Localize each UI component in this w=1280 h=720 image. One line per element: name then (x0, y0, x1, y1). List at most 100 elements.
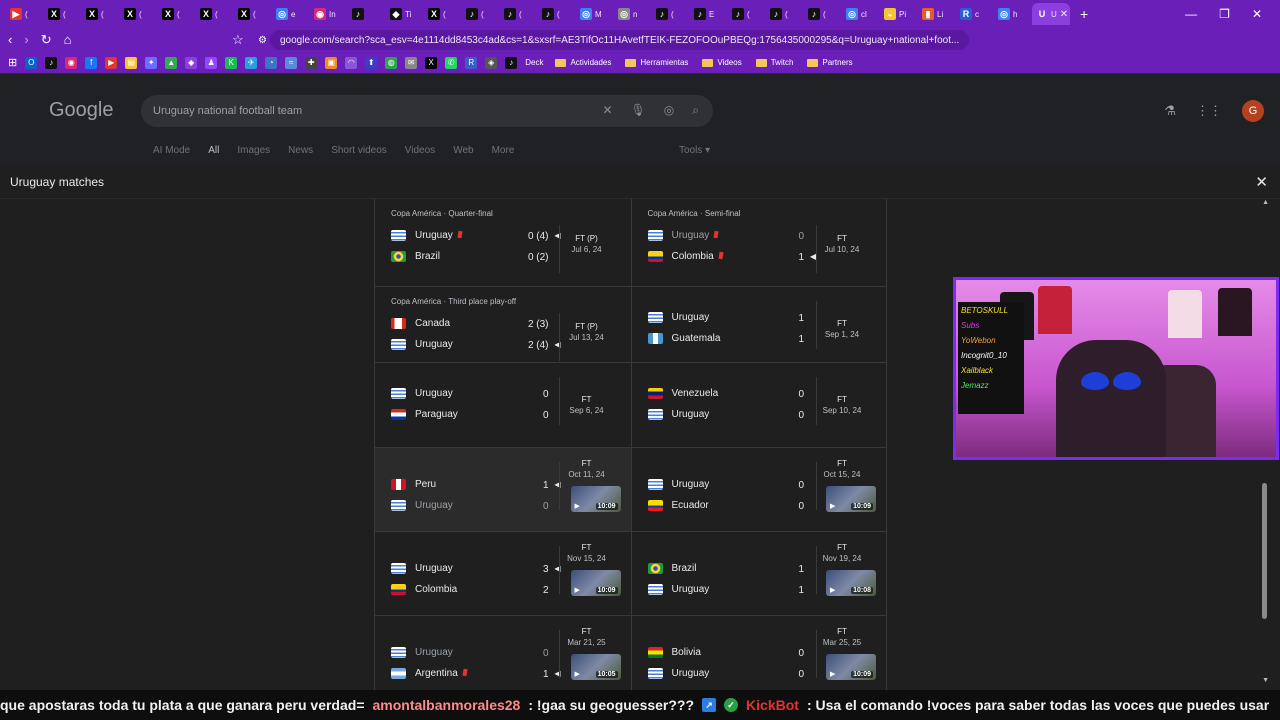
search-query[interactable]: Uruguay national football team (153, 105, 302, 117)
tab[interactable]: ◎ e (272, 3, 310, 25)
close-icon[interactable]: ✕ (1255, 173, 1268, 191)
facebook-icon[interactable]: f (85, 56, 98, 69)
google-logo[interactable]: Google (49, 99, 114, 122)
tab[interactable]: ♪( (500, 3, 538, 25)
tab[interactable]: ▶( (6, 3, 44, 25)
tab[interactable]: ♪( (766, 3, 804, 25)
tab[interactable]: ♪( (538, 3, 576, 25)
tab[interactable]: ◉ In (310, 3, 348, 25)
search-tab[interactable]: Images (237, 145, 270, 156)
search-icon[interactable]: ⌕ (692, 103, 699, 118)
tab[interactable]: ♪ E (690, 3, 728, 25)
scroll-up-icon[interactable]: ▲ (1262, 199, 1269, 206)
tab[interactable]: ▮ Li (918, 3, 956, 25)
tab[interactable]: X( (196, 3, 234, 25)
tab[interactable]: X( (424, 3, 462, 25)
highlight-video-thumbnail[interactable]: ▶ 10:09 (826, 654, 876, 680)
youtube-icon[interactable]: ▶ (105, 56, 118, 69)
sheets-icon[interactable]: ▤ (125, 56, 138, 69)
tab[interactable]: X( (158, 3, 196, 25)
whatsapp-icon[interactable]: ✆ (445, 56, 458, 69)
tab[interactable]: ◒ Pi (880, 3, 918, 25)
match-card[interactable]: Bolivia 0 Uruguay 0 FT Mar 25, 25 ▶ 10:09 (630, 616, 887, 690)
tab[interactable]: X( (234, 3, 272, 25)
scroll-down-icon[interactable]: ▼ (1262, 677, 1269, 684)
highlight-video-thumbnail[interactable]: ▶ 10:05 (570, 654, 621, 680)
bookmark-folder[interactable]: Actividades (555, 58, 611, 67)
tab[interactable]: ♪ (348, 3, 386, 25)
search-tab[interactable]: News (288, 145, 313, 156)
r-icon[interactable]: R (465, 56, 478, 69)
camera-icon[interactable]: ◎ (664, 103, 674, 118)
tab[interactable]: ◎ n (614, 3, 652, 25)
tools-button[interactable]: Tools ▾ (679, 145, 710, 156)
highlight-video-thumbnail[interactable]: ▶ 10:09 (826, 486, 876, 512)
telegram-icon[interactable]: ✈ (245, 56, 258, 69)
search-tab[interactable]: Short videos (331, 145, 387, 156)
tab[interactable]: Rc (956, 3, 994, 25)
twitch-icon[interactable]: ♟ (205, 56, 218, 69)
match-card[interactable]: Uruguay 0 Ecuador 0 FT Oct 15, 24 ▶ 10:09 (630, 448, 887, 531)
match-card[interactable]: Uruguay 3 ◀ Colombia 2 FT Nov 15, 24 ▶ 10:09 (375, 532, 631, 615)
search-tab[interactable]: Videos (405, 145, 435, 156)
highlight-video-thumbnail[interactable]: ▶ 10:09 (570, 486, 621, 512)
match-card[interactable]: Peru 1 ◀ Uruguay 0 FT Oct 11, 24 ▶ 10:09 (375, 448, 631, 531)
match-card[interactable]: Copa América · Quarter-final Uruguay 0 (4)… (375, 199, 631, 286)
match-card[interactable]: Copa América · Third place play-off Canad… (375, 287, 631, 362)
tab[interactable]: ♪( (804, 3, 842, 25)
forward-icon[interactable]: › (24, 32, 28, 48)
search-tab[interactable]: AI Mode (153, 145, 190, 156)
game-icon[interactable]: ✚ (305, 56, 318, 69)
tab[interactable]: ◎ cl (842, 3, 880, 25)
reload-icon[interactable]: ↻ (41, 32, 52, 48)
tab[interactable]: X( (82, 3, 120, 25)
deck-icon[interactable]: ♪ (505, 56, 518, 69)
tab[interactable]: U U ✕ (1032, 3, 1070, 25)
home-icon[interactable]: ⌂ (64, 32, 72, 48)
maximize-icon[interactable]: ❐ (1219, 7, 1230, 21)
match-card[interactable]: Uruguay 0 Paraguay 0 FT Sep 6, 24 (375, 363, 631, 447)
minimize-icon[interactable]: — (1185, 7, 1197, 21)
back-icon[interactable]: ‹ (8, 32, 12, 48)
search-tab[interactable]: More (492, 145, 515, 156)
close-tab-icon[interactable]: ✕ (1060, 9, 1068, 20)
orange-icon[interactable]: ▣ (325, 56, 338, 69)
match-card[interactable]: Copa América · Semi-final Uruguay 0 Colombi… (630, 199, 887, 286)
tiktok-icon[interactable]: ♪ (45, 56, 58, 69)
tab[interactable]: ◎ h (994, 3, 1032, 25)
tab[interactable]: ♪( (652, 3, 690, 25)
apps-grid-icon[interactable]: ⋮⋮ (1196, 103, 1222, 119)
arc-icon[interactable]: ◠ (345, 56, 358, 69)
site-info-icon[interactable]: ⚙ (258, 35, 267, 46)
bookmark-folder[interactable]: Twitch (755, 58, 793, 67)
tab[interactable]: ◎ M (576, 3, 614, 25)
tab[interactable]: ◆ Ti (386, 3, 424, 25)
upload-icon[interactable]: ⬆ (365, 56, 378, 69)
bookmark-star-icon[interactable]: ☆ (232, 32, 244, 48)
instagram-icon[interactable]: ◉ (65, 56, 78, 69)
clear-icon[interactable]: ✕ (602, 103, 612, 118)
bookmark-folder[interactable]: Videos (702, 58, 742, 67)
kick-icon[interactable]: K (225, 56, 238, 69)
tab[interactable]: ♪( (728, 3, 766, 25)
outlook-icon[interactable]: O (25, 56, 38, 69)
match-card[interactable]: Uruguay 0 Argentina 1 ◀ FT Mar 21, 25 ▶ 10:05 (375, 616, 631, 690)
highlight-video-thumbnail[interactable]: ▶ 10:08 (826, 570, 876, 596)
mail-icon[interactable]: ✉ (405, 56, 418, 69)
tab[interactable]: X( (120, 3, 158, 25)
stat-icon[interactable]: ◔ (265, 56, 278, 69)
new-tab-button[interactable]: + (1080, 6, 1088, 22)
apps-icon[interactable]: ⊞ (8, 56, 17, 69)
labs-icon[interactable]: ⚗ (1164, 103, 1176, 119)
match-card[interactable]: Venezuela 0 Uruguay 0 FT Sep 10, 24 (630, 363, 887, 447)
bookmark-folder[interactable]: Herramientas (625, 58, 688, 67)
match-card[interactable]: Uruguay 1 Guatemala 1 FT Sep 1, 24 (630, 287, 887, 362)
pin-icon[interactable]: ◆ (185, 56, 198, 69)
x-icon[interactable]: X (425, 56, 438, 69)
mic-icon[interactable]: 🎙︎ (631, 103, 646, 118)
close-window-icon[interactable]: ✕ (1252, 7, 1262, 21)
tab[interactable]: ♪( (462, 3, 500, 25)
wave-icon[interactable]: ≈ (285, 56, 298, 69)
tool-icon[interactable]: ✦ (145, 56, 158, 69)
tab[interactable]: X( (44, 3, 82, 25)
